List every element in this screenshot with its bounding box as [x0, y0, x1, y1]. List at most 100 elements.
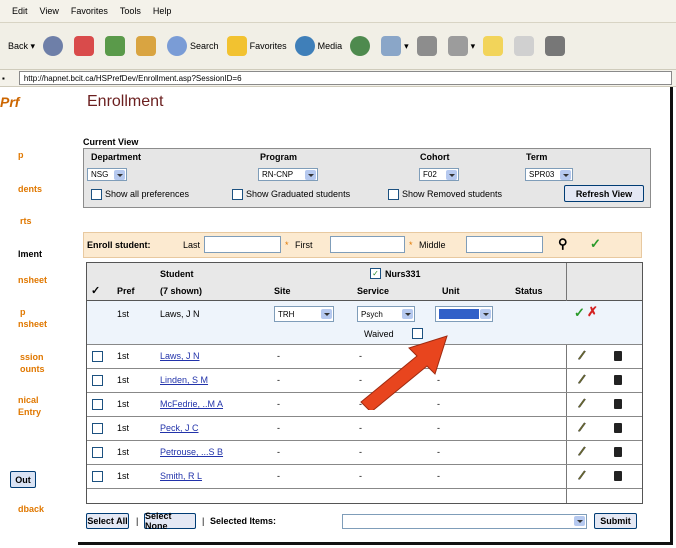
nav-item-feedback[interactable]: dback: [18, 504, 44, 514]
search-button[interactable]: Search: [167, 36, 219, 56]
refresh-view-button[interactable]: Refresh View: [564, 185, 644, 202]
row-checkbox[interactable]: [92, 351, 103, 362]
page-button[interactable]: [514, 36, 537, 56]
row-checkbox[interactable]: [92, 471, 103, 482]
nav-item-grp[interactable]: p: [20, 307, 26, 317]
last-name-input[interactable]: [204, 236, 281, 253]
edit-pencil-icon[interactable]: [577, 350, 587, 360]
row-checkbox[interactable]: [92, 447, 103, 458]
unit-select[interactable]: [435, 306, 493, 322]
row-student-link[interactable]: Laws, J N: [160, 351, 200, 361]
address-input[interactable]: http://hapnet.bcit.ca/HSPrefDev/Enrollme…: [18, 71, 672, 85]
menu-tools[interactable]: Tools: [120, 6, 141, 16]
row-pref: 1st: [117, 375, 130, 385]
enroll-student-bar: Enroll student: Last * First * Middle ⚲ …: [83, 232, 642, 258]
menu-edit[interactable]: Edit: [12, 6, 28, 16]
edit-pencil-icon[interactable]: [577, 374, 587, 384]
show-removed-checkbox[interactable]: [388, 189, 399, 200]
program-select[interactable]: RN-CNP: [258, 168, 318, 181]
chevron-down-icon: [321, 309, 332, 319]
show-all-preferences-checkbox[interactable]: [91, 189, 102, 200]
middle-name-input[interactable]: [466, 236, 543, 253]
row-student-link[interactable]: Peck, J C: [160, 423, 199, 433]
nav-item-accounts[interactable]: ounts: [20, 364, 45, 374]
cancel-x-icon[interactable]: ✗: [587, 304, 598, 320]
term-select[interactable]: SPR03: [525, 168, 573, 181]
show-all-preferences-label: Show all preferences: [105, 189, 190, 199]
delete-trash-icon[interactable]: [614, 351, 622, 361]
row-student-link[interactable]: McFedrie, ..M A: [160, 399, 223, 409]
course-checkbox[interactable]: ✓: [370, 268, 381, 279]
stop-icon: [74, 36, 95, 56]
department-select[interactable]: NSG: [87, 168, 127, 181]
middle-name-label: Middle: [419, 240, 446, 250]
nav-item-clinical[interactable]: nical: [18, 395, 39, 405]
home-icon: [136, 36, 157, 56]
cohort-select[interactable]: F02: [419, 168, 459, 181]
nav-item-worksheet[interactable]: nsheet: [18, 275, 47, 285]
row-site: -: [277, 399, 280, 409]
show-graduated-checkbox[interactable]: [232, 189, 243, 200]
messenger-button[interactable]: [545, 36, 568, 56]
history-button[interactable]: [350, 36, 373, 56]
mail-button[interactable]: ▾: [381, 36, 409, 56]
row-checkbox[interactable]: [92, 375, 103, 386]
edit-pencil-icon[interactable]: [577, 470, 587, 480]
edit-pencil-icon[interactable]: [577, 446, 587, 456]
print-button[interactable]: [416, 36, 440, 56]
delete-trash-icon[interactable]: [614, 447, 622, 457]
delete-trash-icon[interactable]: [614, 399, 622, 409]
nav-item-entry[interactable]: Entry: [18, 407, 41, 417]
nav-item-session[interactable]: ssion: [20, 352, 44, 362]
site-value: TRH: [278, 309, 295, 319]
edit-pencil-icon[interactable]: [577, 398, 587, 408]
menu-favorites[interactable]: Favorites: [71, 6, 108, 16]
row-student-link[interactable]: Smith, R L: [160, 471, 202, 481]
nav-item-students[interactable]: dents: [18, 184, 42, 194]
save-check-icon[interactable]: ✓: [574, 305, 585, 321]
site-select[interactable]: TRH: [274, 306, 334, 322]
folder-button[interactable]: [483, 36, 506, 56]
row-student-link[interactable]: Petrouse, ...S B: [160, 447, 223, 457]
refresh-button[interactable]: [105, 36, 128, 56]
select-all-button[interactable]: Select All: [86, 513, 129, 529]
row-checkbox[interactable]: [92, 399, 103, 410]
binoculars-search-icon[interactable]: ⚲: [558, 236, 568, 252]
selected-items-select[interactable]: [342, 514, 587, 529]
nav-item-worksheet-2[interactable]: nsheet: [18, 319, 47, 329]
select-none-button[interactable]: Select None: [144, 511, 196, 531]
favorites-button[interactable]: Favorites: [226, 36, 287, 56]
delete-trash-icon[interactable]: [614, 423, 622, 433]
app-logo: Prf: [0, 94, 20, 110]
row-student-link[interactable]: Linden, S M: [160, 375, 208, 385]
stop-button[interactable]: [74, 36, 97, 56]
menu-help[interactable]: Help: [153, 6, 172, 16]
edit-pencil-icon[interactable]: [577, 422, 587, 432]
submit-button[interactable]: Submit: [594, 513, 637, 529]
header-student: Student: [160, 269, 194, 279]
nav-item-1[interactable]: p: [18, 150, 24, 160]
delete-trash-icon[interactable]: [614, 375, 622, 385]
service-select[interactable]: Psych: [357, 306, 415, 322]
header-status: Status: [515, 286, 543, 296]
edit-page-button[interactable]: ▾: [447, 36, 475, 56]
header-student-count: (7 shown): [160, 286, 202, 296]
nav-item-reports[interactable]: rts: [20, 216, 32, 226]
home-button[interactable]: [136, 36, 159, 56]
nav-item-enrollment[interactable]: lment: [18, 249, 42, 259]
forward-button[interactable]: [43, 36, 66, 56]
media-button[interactable]: Media: [294, 36, 342, 56]
first-name-label: First: [295, 240, 313, 250]
row-pref: 1st: [117, 447, 130, 457]
back-button[interactable]: Back ▾: [8, 41, 35, 52]
menu-view[interactable]: View: [40, 6, 59, 16]
row-checkbox[interactable]: [92, 423, 103, 434]
header-course: Nurs331: [385, 269, 421, 279]
logout-button[interactable]: Out: [10, 471, 36, 488]
delete-trash-icon[interactable]: [614, 471, 622, 481]
enroll-confirm-check-icon[interactable]: ✓: [590, 236, 601, 252]
row-unit: -: [437, 423, 440, 433]
chevron-down-icon: [560, 170, 571, 180]
row-site: -: [277, 471, 280, 481]
first-name-input[interactable]: [330, 236, 405, 253]
